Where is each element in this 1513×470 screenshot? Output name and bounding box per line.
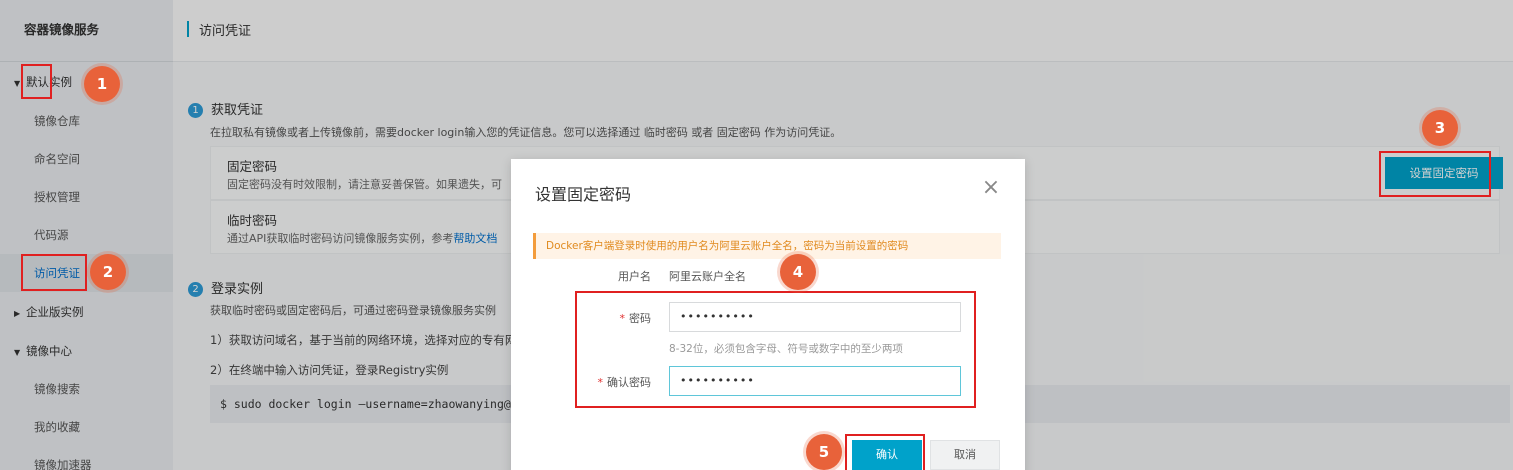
annotation-badge-2: 2 [90, 254, 126, 290]
highlight-box-confirm-button [845, 434, 925, 470]
username-value: 阿里云账户全名 [669, 270, 746, 283]
notice-banner: Docker客户端登录时使用的用户名为阿里云账户全名，密码为当前设置的密码 [533, 233, 1001, 259]
cancel-button[interactable]: 取消 [930, 440, 1000, 470]
highlight-box-password-fields [575, 291, 976, 408]
annotation-badge-3: 3 [1422, 110, 1458, 146]
close-icon[interactable]: × [981, 177, 1001, 199]
highlight-box-default-instance [21, 64, 52, 99]
annotation-badge-5: 5 [806, 434, 842, 470]
annotation-badge-1: 1 [84, 66, 120, 102]
highlight-box-set-button [1379, 151, 1491, 197]
annotation-badge-4: 4 [780, 254, 816, 290]
highlight-box-access-credential [21, 254, 87, 291]
dialog-title: 设置固定密码 [535, 185, 632, 204]
username-label: 用户名 [618, 270, 651, 283]
